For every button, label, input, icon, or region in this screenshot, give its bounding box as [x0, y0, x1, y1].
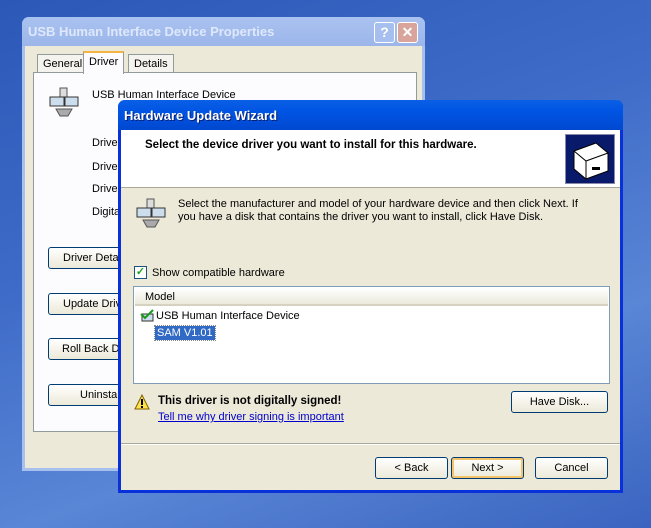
driver-signing-link[interactable]: Tell me why driver signing is important	[158, 411, 344, 423]
wizard-title: Hardware Update Wizard	[124, 108, 278, 123]
driver-label: Driver	[92, 161, 122, 173]
model-item-selected[interactable]: SAM V1.01	[154, 325, 216, 341]
compatible-driver-icon	[140, 309, 154, 323]
back-button[interactable]: < Back	[375, 457, 448, 479]
have-disk-button[interactable]: Have Disk...	[511, 391, 608, 413]
wizard-header: Select the device driver you want to ins…	[121, 130, 620, 188]
tab-details[interactable]: Details	[128, 54, 174, 74]
close-button[interactable]: ✕	[397, 22, 418, 43]
next-button[interactable]: Next >	[451, 457, 524, 479]
driver-label: Driver	[92, 137, 122, 149]
model-item[interactable]: USB Human Interface Device	[156, 310, 300, 322]
hardware-update-wizard: Hardware Update Wizard Select the device…	[118, 100, 623, 493]
hid-device-icon	[135, 198, 167, 228]
window-title: USB Human Interface Device Properties	[28, 24, 275, 39]
wizard-title-bar: Hardware Update Wizard	[118, 100, 623, 130]
model-list[interactable]: Model USB Human Interface Device SAM V1.…	[133, 286, 610, 384]
model-column-header[interactable]: Model	[135, 288, 608, 306]
hid-device-icon	[48, 87, 80, 117]
digital-signer-label: Digita	[92, 206, 121, 218]
warning-icon	[134, 393, 150, 410]
help-button[interactable]: ?	[374, 22, 395, 43]
show-compatible-checkbox[interactable]: ✓	[134, 266, 147, 279]
tab-driver[interactable]: Driver	[83, 51, 125, 74]
unsigned-warning: This driver is not digitally signed!	[158, 395, 342, 407]
show-compatible-label[interactable]: Show compatible hardware	[152, 267, 285, 279]
hardware-wizard-icon	[565, 134, 615, 184]
driver-label: Driver	[92, 183, 122, 195]
properties-title-bar: USB Human Interface Device Properties ? …	[22, 17, 425, 46]
cancel-button[interactable]: Cancel	[535, 457, 608, 479]
separator	[121, 443, 620, 445]
wizard-heading: Select the device driver you want to ins…	[145, 139, 477, 151]
tab-general[interactable]: General	[37, 54, 89, 74]
wizard-instructions: Select the manufacturer and model of you…	[178, 198, 578, 223]
